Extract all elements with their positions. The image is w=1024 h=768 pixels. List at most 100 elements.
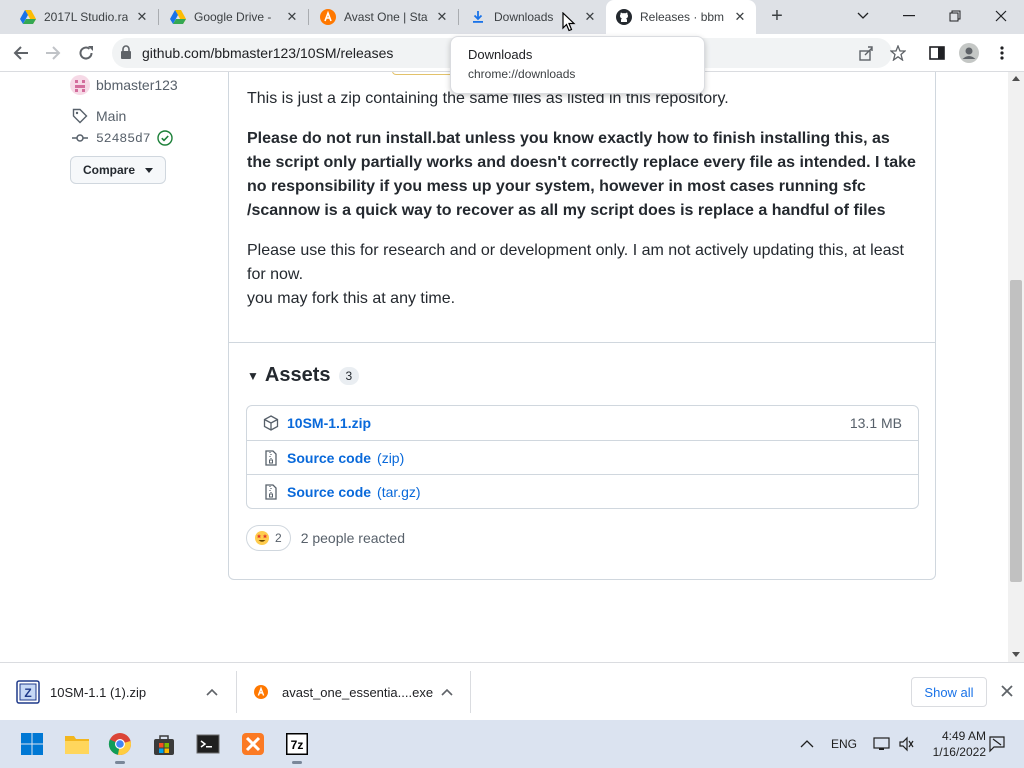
forward-button[interactable] xyxy=(40,40,66,66)
tooltip-url: chrome://downloads xyxy=(468,67,576,81)
file-zip-icon xyxy=(263,483,279,500)
tab-downloads[interactable]: Downloads ✕ xyxy=(458,0,606,34)
reload-button[interactable] xyxy=(73,40,99,66)
tab-2017l-studio[interactable]: 2017L Studio.rar ✕ xyxy=(8,0,158,34)
commit-icon xyxy=(70,128,90,148)
url-text: github.com/bbmaster123/10SM/releases xyxy=(142,45,394,61)
verified-check-icon xyxy=(156,130,173,146)
7zip-button[interactable]: 7z xyxy=(281,728,313,764)
mouse-cursor-icon xyxy=(562,12,576,32)
compare-button[interactable]: Compare xyxy=(70,156,166,184)
tab-search-icon[interactable] xyxy=(840,0,886,32)
tab-releases[interactable]: Releases · bbma ✕ xyxy=(606,0,756,34)
file-explorer-button[interactable] xyxy=(61,728,93,760)
download-item[interactable]: Z 10SM-1.1 (1).zip xyxy=(16,663,226,721)
reaction-count: 2 xyxy=(275,531,282,545)
reactions: 2 2 people reacted xyxy=(246,525,405,551)
scroll-down-icon[interactable] xyxy=(1012,652,1020,657)
restore-button[interactable] xyxy=(932,0,978,32)
release-notes: This is just a zip containing the same f… xyxy=(247,87,917,327)
triangle-down-icon: ▼ xyxy=(247,368,259,383)
tab-strip: 2017L Studio.rar ✕ Google Drive - ✕ Avas… xyxy=(0,0,1024,34)
store-button[interactable] xyxy=(148,728,180,760)
terminal-icon xyxy=(196,734,220,754)
tab-avast-one[interactable]: Avast One | Stay ✕ xyxy=(308,0,458,34)
7zip-icon: 7z xyxy=(286,733,308,755)
notifications-icon[interactable] xyxy=(988,720,1006,768)
windows-icon xyxy=(21,733,43,755)
start-button[interactable] xyxy=(16,728,48,760)
back-button[interactable] xyxy=(8,40,34,66)
close-icon[interactable]: ✕ xyxy=(582,9,598,25)
scrollbar-thumb[interactable] xyxy=(1010,280,1022,582)
asset-row[interactable]: Source code (zip) xyxy=(247,440,918,474)
asset-format: (zip) xyxy=(377,449,405,466)
divider xyxy=(236,671,237,713)
network-icon[interactable] xyxy=(873,720,891,768)
running-indicator xyxy=(115,761,125,764)
clock[interactable]: 4:49 AM 1/16/2022 xyxy=(922,728,986,760)
tab-google-drive[interactable]: Google Drive - ✕ xyxy=(158,0,308,34)
divider xyxy=(470,671,471,713)
chevron-up-icon[interactable] xyxy=(441,688,453,696)
bookmark-star-icon[interactable] xyxy=(887,42,909,64)
new-tab-button[interactable]: + xyxy=(765,5,789,29)
asset-link[interactable]: 10SM-1.1.zip xyxy=(287,415,371,431)
terminal-button[interactable] xyxy=(192,728,224,760)
folder-icon xyxy=(65,736,89,754)
store-bag-icon xyxy=(154,735,174,755)
minimize-button[interactable] xyxy=(886,0,932,32)
more-menu-icon[interactable] xyxy=(991,42,1013,64)
page-scrollbar[interactable] xyxy=(1008,72,1024,662)
chevron-down-icon xyxy=(145,167,153,173)
author-row[interactable]: bbmaster123 xyxy=(70,74,178,96)
svg-text:Z: Z xyxy=(24,686,31,700)
asset-link[interactable]: Source code xyxy=(287,484,371,500)
github-icon xyxy=(616,9,632,25)
chrome-icon xyxy=(108,733,132,755)
asset-row[interactable]: Source code (tar.gz) xyxy=(247,474,918,508)
close-icon[interactable]: ✕ xyxy=(134,9,150,25)
commit-sha: 52485d7 xyxy=(96,130,151,146)
tab-title: Releases · bbma xyxy=(640,10,724,24)
scroll-up-icon[interactable] xyxy=(1012,76,1020,81)
close-icon[interactable]: ✕ xyxy=(434,9,450,25)
show-all-button[interactable]: Show all xyxy=(911,677,987,707)
divider xyxy=(229,342,935,343)
download-item[interactable]: avast_one_essentia....exe xyxy=(254,663,464,721)
compare-label: Compare xyxy=(82,163,135,177)
tray-overflow-icon[interactable] xyxy=(800,720,814,768)
close-icon[interactable]: ✕ xyxy=(732,9,748,25)
chrome-button[interactable] xyxy=(104,728,136,764)
profile-avatar-icon[interactable] xyxy=(958,42,980,64)
asset-size: 13.1 MB xyxy=(849,415,902,431)
language-indicator[interactable]: ENG xyxy=(831,720,857,768)
page-content: bbmaster123 Main 52485d7 Compare This is… xyxy=(0,72,1008,662)
svg-text:7z: 7z xyxy=(291,738,304,752)
running-indicator xyxy=(292,761,302,764)
download-shelf: Z 10SM-1.1 (1).zip avast_one_essentia...… xyxy=(0,662,1024,720)
volume-icon[interactable] xyxy=(898,720,914,768)
asset-row[interactable]: 10SM-1.1.zip 13.1 MB xyxy=(247,406,918,440)
assets-toggle[interactable]: ▼ Assets 3 xyxy=(247,364,360,387)
tab-title: Google Drive - xyxy=(194,10,272,24)
reaction-button[interactable]: 2 xyxy=(246,525,291,551)
clock-date: 1/16/2022 xyxy=(932,745,986,759)
chevron-up-icon[interactable] xyxy=(206,688,218,696)
share-icon[interactable] xyxy=(855,42,877,64)
xampp-icon xyxy=(242,733,264,755)
close-icon[interactable] xyxy=(997,681,1017,701)
asset-link[interactable]: Source code xyxy=(287,450,371,466)
taskbar: 7z ENG 4:49 AM 1/16/2022 xyxy=(0,720,1024,768)
tooltip-title: Downloads xyxy=(468,47,533,62)
tab-tooltip: Downloads chrome://downloads xyxy=(450,36,705,94)
commit-row[interactable]: 52485d7 xyxy=(70,127,173,149)
branch-row[interactable]: Main xyxy=(70,105,126,127)
xampp-button[interactable] xyxy=(237,728,269,760)
side-panel-icon[interactable] xyxy=(926,42,948,64)
release-card: This is just a zip containing the same f… xyxy=(228,72,936,580)
asset-format: (tar.gz) xyxy=(377,483,421,500)
close-window-button[interactable] xyxy=(978,0,1024,32)
close-icon[interactable]: ✕ xyxy=(284,9,300,25)
assets-list: 10SM-1.1.zip 13.1 MB Source code (zip) S… xyxy=(246,405,919,509)
